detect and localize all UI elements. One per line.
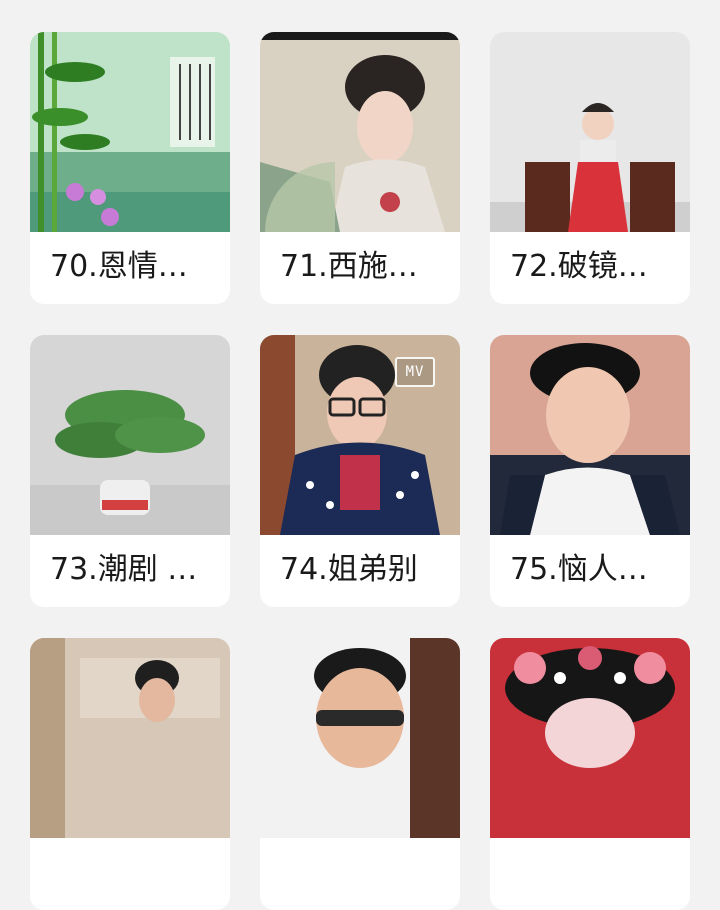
mv-badge: MV (395, 357, 435, 387)
young-man-image[interactable] (490, 335, 690, 535)
potted-plant-image[interactable] (30, 335, 230, 535)
child-chair-image[interactable] (490, 32, 690, 232)
video-title[interactable]: 71.西施… (280, 247, 452, 287)
video-card[interactable] (30, 638, 230, 910)
video-card[interactable]: 72.破镜… (490, 32, 690, 304)
video-card[interactable]: 73.潮剧 … (30, 335, 230, 607)
opera-headdress-image[interactable] (490, 638, 690, 838)
bamboo-poem-image[interactable] (30, 32, 230, 232)
video-title[interactable]: 73.潮剧 … (50, 550, 222, 590)
man-sofa-image[interactable] (30, 638, 230, 838)
video-title[interactable]: 70.恩情… (50, 247, 222, 287)
video-card[interactable]: MV 74.姐弟别 (260, 335, 460, 607)
video-card[interactable]: 71.西施… (260, 32, 460, 304)
video-title[interactable]: 72.破镜… (510, 247, 682, 287)
video-title[interactable]: 74.姐弟别 (280, 550, 452, 590)
man-sunglasses-image[interactable] (260, 638, 460, 838)
video-card[interactable]: 75.恼人… (490, 335, 690, 607)
video-card[interactable] (260, 638, 460, 910)
video-card[interactable]: 70.恩情… (30, 32, 230, 304)
woman-fan-image[interactable] (260, 32, 460, 232)
video-card[interactable] (490, 638, 690, 910)
video-title[interactable]: 75.恼人… (510, 550, 682, 590)
woman-glasses-image[interactable]: MV (260, 335, 460, 535)
